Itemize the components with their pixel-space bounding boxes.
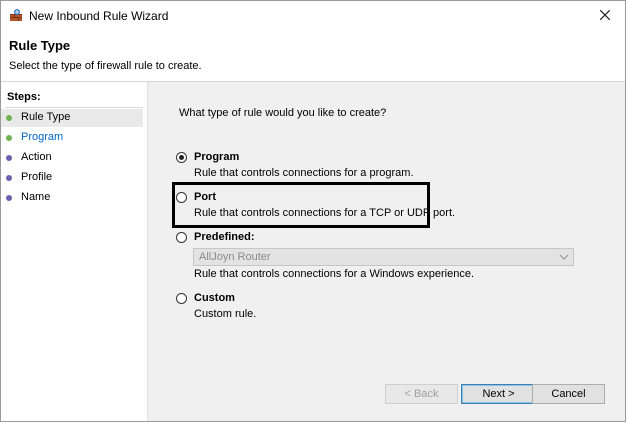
chevron-down-icon	[559, 254, 569, 260]
step-status-dot	[6, 195, 12, 201]
step-program[interactable]: Program	[1, 129, 143, 147]
option-custom[interactable]: Custom Custom rule.	[176, 292, 596, 326]
option-description: Rule that controls connections for a TCP…	[194, 207, 456, 219]
program-radio[interactable]	[176, 152, 187, 163]
option-title: Port	[194, 191, 216, 203]
option-description: Custom rule.	[194, 308, 257, 320]
wizard-header: Rule Type Select the type of firewall ru…	[1, 29, 625, 82]
back-button[interactable]: < Back	[385, 384, 458, 404]
dropdown-value: AllJoyn Router	[199, 251, 271, 263]
step-label: Action	[21, 151, 52, 163]
step-status-dot	[6, 175, 12, 181]
port-radio[interactable]	[176, 192, 187, 203]
page-subtitle: Select the type of firewall rule to crea…	[9, 60, 202, 72]
next-button[interactable]: Next >	[461, 384, 536, 404]
option-program[interactable]: Program Rule that controls connections f…	[176, 151, 596, 185]
step-rule-type[interactable]: Rule Type	[1, 109, 143, 127]
title-bar: New Inbound Rule Wizard	[1, 1, 625, 29]
option-title: Custom	[194, 292, 235, 304]
rule-type-question: What type of rule would you like to crea…	[179, 107, 387, 119]
option-description: Rule that controls connections for a pro…	[194, 167, 414, 179]
step-label: Profile	[21, 171, 53, 183]
steps-divider	[5, 107, 143, 108]
step-label: Rule Type	[21, 111, 71, 123]
step-name[interactable]: Name	[1, 189, 143, 207]
option-port[interactable]: Port Rule that controls connections for …	[176, 191, 596, 225]
option-title: Program	[194, 151, 240, 163]
predefined-radio[interactable]	[176, 232, 187, 243]
window-title: New Inbound Rule Wizard	[29, 9, 169, 23]
option-title: Predefined:	[194, 231, 255, 243]
step-profile[interactable]: Profile	[1, 169, 143, 187]
step-label: Name	[21, 191, 51, 203]
step-label: Program	[21, 131, 64, 143]
step-status-dot	[6, 155, 12, 161]
close-button[interactable]	[591, 4, 619, 26]
wizard-window: New Inbound Rule Wizard Rule Type Select…	[0, 0, 626, 422]
main-panel: What type of rule would you like to crea…	[148, 82, 625, 421]
close-icon	[600, 10, 610, 20]
steps-panel: Steps: Rule Type Program Action Profile …	[1, 82, 148, 421]
custom-radio[interactable]	[176, 293, 187, 304]
step-status-dot	[6, 115, 12, 121]
predefined-dropdown[interactable]: AllJoyn Router	[193, 248, 574, 266]
step-status-dot	[6, 135, 12, 141]
page-title: Rule Type	[9, 38, 71, 53]
step-action[interactable]: Action	[1, 149, 143, 167]
option-description: Rule that controls connections for a Win…	[194, 268, 475, 280]
firewall-icon	[9, 8, 23, 22]
steps-heading: Steps:	[7, 91, 41, 103]
cancel-button[interactable]: Cancel	[532, 384, 605, 404]
